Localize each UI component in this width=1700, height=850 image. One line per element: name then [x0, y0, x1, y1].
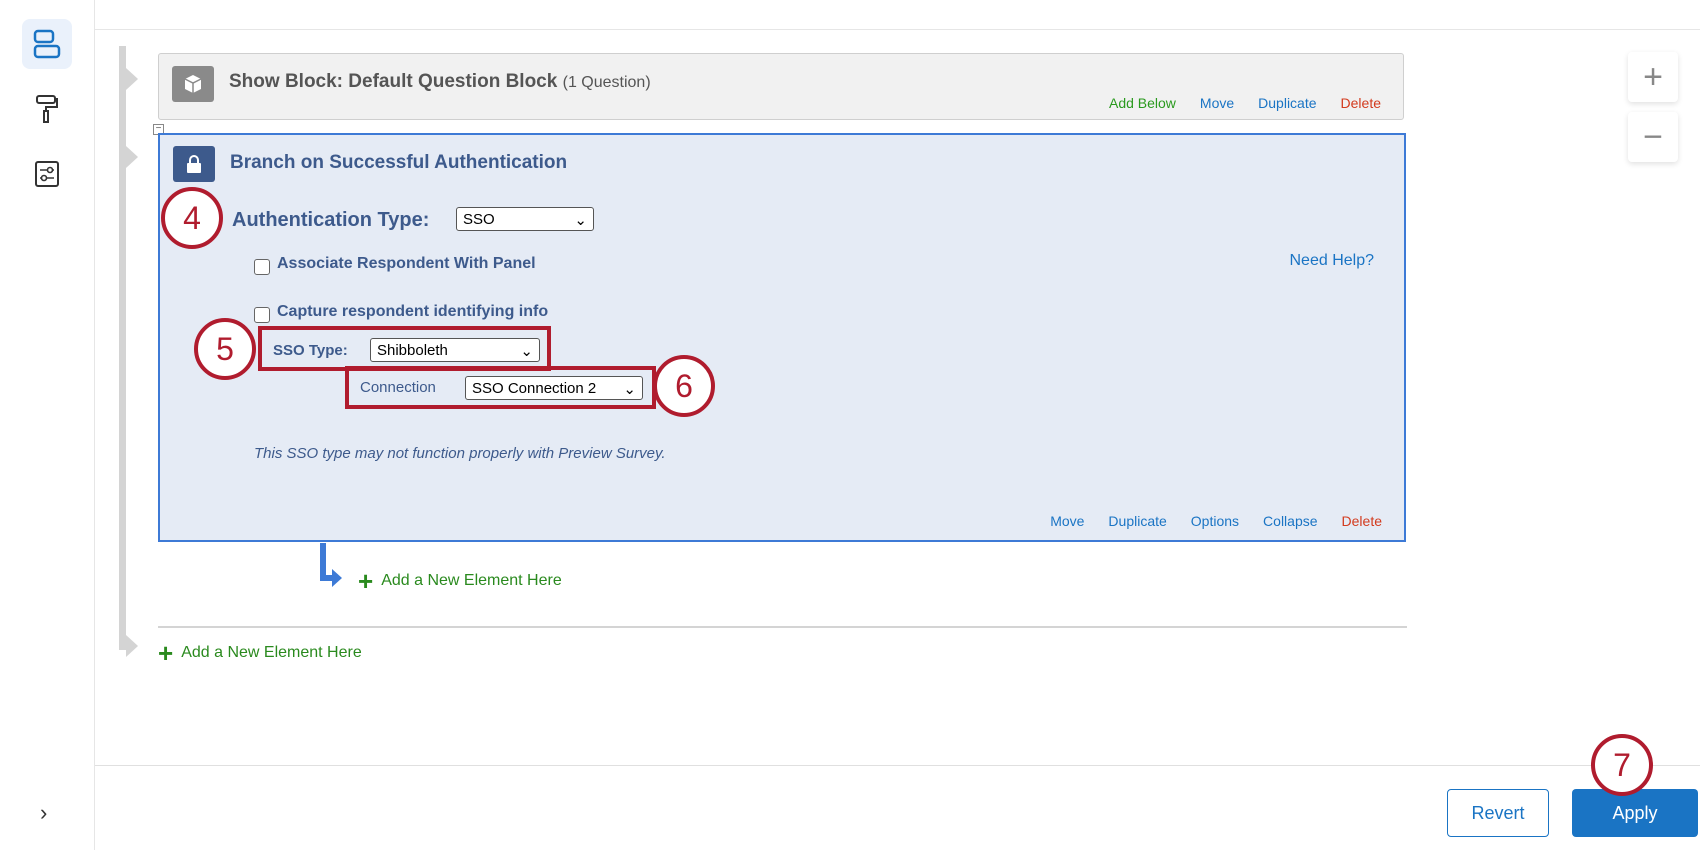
- auth-type-label: Authentication Type:: [232, 209, 430, 231]
- divider: [95, 29, 1700, 30]
- flow-arrow-icon: [126, 635, 138, 657]
- options-link[interactable]: Options: [1191, 513, 1239, 529]
- associate-panel-checkbox[interactable]: [254, 259, 270, 275]
- zoom-in-button[interactable]: +: [1628, 52, 1678, 102]
- zoom-out-button[interactable]: −: [1628, 112, 1678, 162]
- add-element-label: Add a New Element Here: [381, 572, 562, 589]
- lock-icon: [173, 146, 215, 182]
- auth-type-value: SSO: [463, 211, 495, 228]
- auth-type-select[interactable]: SSO ⌄: [456, 207, 594, 231]
- show-block-title: Show Block: Default Question Block: [229, 71, 558, 92]
- flow-line: [119, 46, 126, 650]
- callout-box-connection: [345, 366, 656, 409]
- collapse-link[interactable]: Collapse: [1263, 513, 1317, 529]
- branch-arrow-icon: [332, 569, 342, 587]
- callout-4: 4: [161, 187, 223, 249]
- duplicate-link[interactable]: Duplicate: [1258, 95, 1316, 111]
- need-help-link[interactable]: Need Help?: [1290, 252, 1375, 270]
- duplicate-link[interactable]: Duplicate: [1108, 513, 1166, 529]
- capture-info-checkbox[interactable]: [254, 307, 270, 323]
- footer-divider: [95, 765, 1700, 766]
- show-block: Show Block: Default Question Block (1 Qu…: [158, 53, 1404, 120]
- move-link[interactable]: Move: [1050, 513, 1084, 529]
- callout-box-sso-type: [258, 326, 551, 371]
- associate-panel-label: Associate Respondent With Panel: [277, 255, 536, 272]
- sidebar: ›: [0, 0, 95, 850]
- paint-roller-icon[interactable]: [22, 84, 72, 134]
- move-link[interactable]: Move: [1200, 95, 1234, 111]
- flow-arrow-icon: [126, 146, 138, 168]
- delete-link[interactable]: Delete: [1342, 513, 1382, 529]
- callout-5: 5: [194, 318, 256, 380]
- settings-sliders-icon[interactable]: [22, 149, 72, 199]
- add-element-inner[interactable]: + Add a New Element Here: [358, 568, 562, 594]
- revert-button[interactable]: Revert: [1447, 789, 1549, 837]
- sso-warning: This SSO type may not function properly …: [254, 445, 666, 462]
- divider: [158, 626, 1407, 628]
- plus-icon: +: [358, 566, 374, 596]
- chevron-down-icon: ⌄: [574, 212, 587, 229]
- capture-info-label: Capture respondent identifying info: [277, 303, 549, 320]
- question-count: (1 Question): [562, 74, 651, 91]
- add-element-outer[interactable]: + Add a New Element Here: [158, 640, 362, 666]
- delete-link[interactable]: Delete: [1341, 95, 1381, 111]
- add-below-link[interactable]: Add Below: [1109, 95, 1176, 111]
- chevron-right-icon[interactable]: ›: [40, 800, 47, 826]
- flow-arrow-icon: [126, 68, 138, 90]
- plus-icon: +: [158, 638, 174, 668]
- survey-flow-icon[interactable]: [22, 19, 72, 69]
- cube-icon: [172, 66, 214, 102]
- branch-title: Branch on Successful Authentication: [230, 152, 568, 173]
- add-element-label: Add a New Element Here: [181, 644, 362, 661]
- callout-6: 6: [653, 355, 715, 417]
- callout-7: 7: [1591, 734, 1653, 796]
- apply-button[interactable]: Apply: [1572, 789, 1698, 837]
